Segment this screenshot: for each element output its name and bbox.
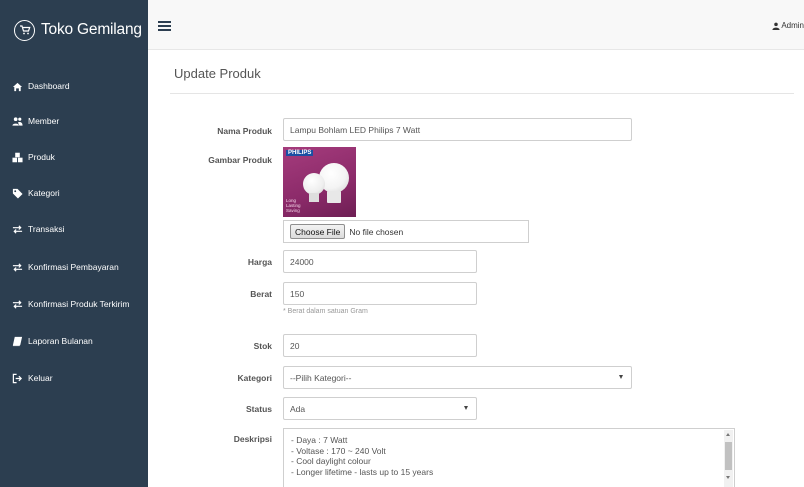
kategori-selected: --Pilih Kategori--	[290, 372, 352, 383]
harga-label: Harga	[247, 257, 272, 267]
sidebar-item-produk[interactable]: Produk	[0, 145, 148, 169]
image-bulb-base-large	[327, 191, 341, 203]
product-image: PHILIPS Long Lasting Saving	[283, 147, 356, 217]
home-icon	[11, 80, 23, 92]
scroll-thumb[interactable]	[725, 442, 732, 470]
deskripsi-label: Deskripsi	[233, 434, 272, 444]
stok-label: Stok	[253, 341, 272, 351]
deskripsi-line: - Voltase : 170 ~ 240 Volt	[291, 445, 386, 456]
topbar: Admin	[148, 0, 804, 50]
page-title: Update Produk	[174, 66, 261, 81]
scroll-down-icon[interactable]	[726, 476, 730, 479]
kategori-label: Kategori	[237, 373, 272, 383]
users-icon	[11, 115, 23, 127]
image-brand: PHILIPS	[286, 150, 314, 156]
berat-label: Berat	[250, 289, 272, 299]
nama-produk-input[interactable]: Lampu Bohlam LED Philips 7 Watt	[283, 118, 632, 141]
sidebar-item-keluar[interactable]: Keluar	[0, 366, 148, 390]
sidebar-item-konfirmasi-produk-terkirim[interactable]: Konfirmasi Produk Terkirim	[0, 292, 148, 316]
tag-icon	[11, 187, 23, 199]
divider	[170, 93, 794, 94]
sidebar-item-label: Member	[28, 116, 60, 126]
deskripsi-line: - Daya : 7 Watt	[291, 435, 348, 445]
textarea-scrollbar[interactable]	[724, 430, 733, 487]
sign-out-icon	[11, 372, 23, 384]
sidebar-item-label: Konfirmasi Pembayaran	[28, 262, 119, 272]
exchange-icon	[11, 261, 23, 273]
choose-file-button[interactable]: Choose File	[290, 224, 346, 239]
harga-input[interactable]: 24000	[283, 250, 477, 273]
stok-input[interactable]: 20	[283, 334, 477, 357]
deskripsi-line: - Cool daylight colour	[291, 456, 371, 466]
sidebar-item-label: Kategori	[28, 188, 60, 198]
berat-help-text: * Berat dalam satuan Gram	[283, 308, 368, 315]
hamburger-icon[interactable]	[158, 21, 171, 31]
sidebar-item-label: Transaksi	[28, 224, 65, 234]
sidebar-item-label: Dashboard	[28, 81, 70, 91]
user-menu[interactable]: Admin	[772, 21, 804, 30]
image-bulb-base-small	[309, 193, 319, 202]
chevron-down-icon	[619, 375, 623, 379]
exchange-icon	[11, 223, 23, 235]
deskripsi-line: - Longer lifetime - lasts up to 15 years	[291, 466, 434, 477]
status-label: Status	[246, 404, 272, 414]
sidebar-item-laporan-bulanan[interactable]: Laporan Bulanan	[0, 329, 148, 353]
file-status: No file chosen	[349, 226, 404, 237]
kategori-select[interactable]: --Pilih Kategori--	[283, 366, 632, 389]
image-bulb-small	[303, 173, 325, 195]
sidebar: Toko Gemilang Dashboard Member Produk Ka…	[0, 0, 148, 487]
user-name: Admin	[781, 21, 804, 30]
sidebar-item-label: Keluar	[28, 373, 53, 383]
scroll-up-icon[interactable]	[726, 433, 730, 436]
cubes-icon	[11, 151, 23, 163]
exchange-icon	[11, 298, 23, 310]
sidebar-item-transaksi[interactable]: Transaksi	[0, 217, 148, 241]
user-icon	[772, 22, 780, 30]
gambar-produk-label: Gambar Produk	[208, 155, 272, 165]
status-select[interactable]: Ada	[283, 397, 477, 420]
sidebar-item-kategori[interactable]: Kategori	[0, 181, 148, 205]
image-text: Saving	[286, 208, 300, 213]
chevron-down-icon	[464, 406, 468, 410]
sidebar-item-label: Produk	[28, 152, 55, 162]
sidebar-item-dashboard[interactable]: Dashboard	[0, 74, 148, 98]
berat-input[interactable]: 150	[283, 282, 477, 305]
status-selected: Ada	[290, 403, 306, 414]
file-input[interactable]: Choose File No file chosen	[283, 220, 529, 243]
nama-produk-label: Nama Produk	[217, 126, 272, 136]
sidebar-item-member[interactable]: Member	[0, 109, 148, 133]
brand-title: Toko Gemilang	[41, 21, 142, 38]
brand[interactable]: Toko Gemilang	[0, 0, 148, 60]
book-icon	[11, 335, 23, 347]
deskripsi-textarea[interactable]: - Daya : 7 Watt - Voltase : 170 ~ 240 Vo…	[283, 428, 735, 487]
sidebar-item-konfirmasi-pembayaran[interactable]: Konfirmasi Pembayaran	[0, 255, 148, 279]
cart-icon	[14, 19, 35, 41]
sidebar-item-label: Laporan Bulanan	[28, 336, 93, 346]
sidebar-item-label: Konfirmasi Produk Terkirim	[28, 299, 130, 309]
